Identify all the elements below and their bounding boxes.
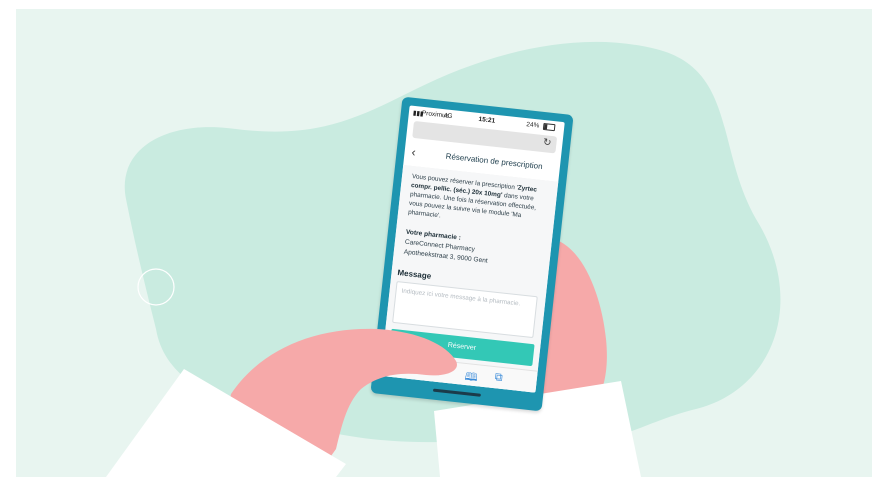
illustration-scene: ▮▮▮ Proximus 4G 15:21 24% ↻ ‹ Réservatio… [0, 0, 884, 486]
foreground-shapes [106, 328, 457, 477]
scene-background: ▮▮▮ Proximus 4G 15:21 24% ↻ ‹ Réservatio… [16, 9, 872, 477]
